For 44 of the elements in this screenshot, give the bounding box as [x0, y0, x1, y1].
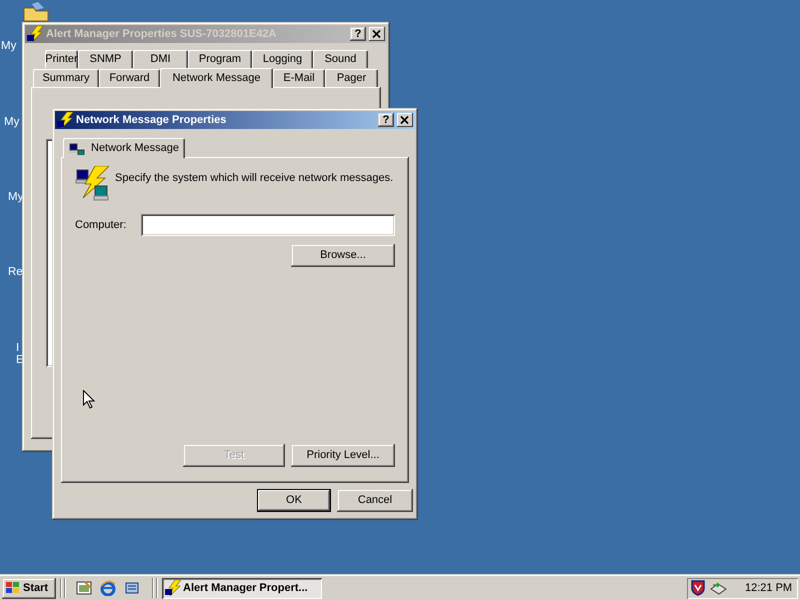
taskbar-button[interactable]: Alert Manager Propert... [162, 578, 322, 598]
mouse-pointer-icon [83, 390, 95, 409]
instruction-text: Specify the system which will receive network messages. [115, 171, 394, 186]
tab[interactable]: E-Mail [273, 69, 325, 87]
computer-label: Computer: [75, 218, 128, 233]
button[interactable]: Priority Level... [291, 444, 395, 467]
lightning-icon [165, 580, 181, 596]
window-title: Network Message Properties [76, 112, 228, 128]
close-icon[interactable] [397, 113, 413, 127]
desktop-icon-label[interactable]: My [8, 189, 24, 206]
network-computers-icon [69, 141, 85, 155]
clock: 12:21 PM [745, 580, 792, 596]
browser-icon[interactable] [100, 580, 116, 596]
help-button[interactable]: ? [378, 113, 394, 127]
network-lightning-icon [75, 166, 111, 202]
tab[interactable]: SNMP [78, 50, 133, 68]
tab[interactable]: DMI [133, 50, 188, 68]
tab[interactable]: Pager [325, 69, 378, 87]
tab[interactable]: Network Message [63, 138, 186, 158]
folder-icon [22, 2, 50, 22]
tab[interactable]: Forward [99, 69, 160, 87]
tab[interactable]: Logging [252, 50, 313, 68]
network-icon[interactable] [709, 580, 727, 596]
tab[interactable]: Sound [313, 50, 368, 68]
desktop-icon-label[interactable]: My [4, 114, 20, 132]
close-icon[interactable] [369, 27, 385, 41]
help-button[interactable]: ? [350, 27, 366, 41]
button[interactable]: Cancel [337, 489, 413, 512]
tab[interactable]: Program [188, 50, 252, 68]
desktop-icon-label[interactable]: My [1, 38, 16, 56]
lightning-icon [27, 26, 43, 42]
button[interactable]: OK [257, 489, 331, 512]
desktop-icon-label[interactable]: Re [8, 264, 23, 282]
start-button[interactable]: Start [2, 578, 56, 598]
desktop-icon[interactable] [76, 580, 92, 596]
windows-flag-icon [5, 581, 21, 595]
tab[interactable]: Network Message [160, 68, 273, 88]
tab[interactable]: Summary [33, 69, 99, 87]
channels-icon[interactable] [124, 580, 140, 596]
computer-field[interactable] [140, 214, 395, 236]
browse-button[interactable]: Browse... [291, 244, 395, 267]
lightning-icon [57, 112, 73, 128]
window-title: Alert Manager Properties SUS-7032801E42A [46, 26, 278, 42]
shield-icon[interactable] [691, 580, 705, 596]
